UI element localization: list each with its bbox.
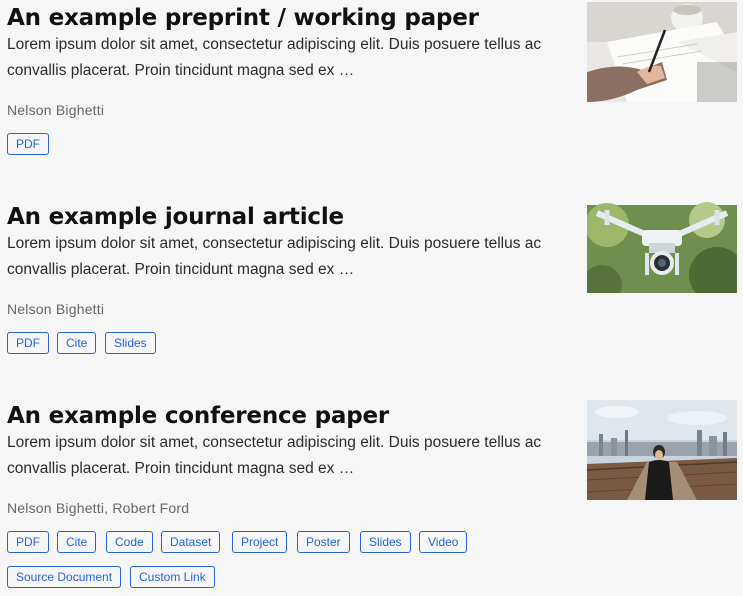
publication-summary: Lorem ipsum dolor sit amet, consectetur … (7, 36, 542, 79)
publication-thumbnail[interactable] (587, 201, 737, 293)
publication-title[interactable]: An example conference paper (7, 400, 389, 432)
publication-title[interactable]: An example preprint / working paper (7, 2, 479, 34)
poster-button[interactable]: Poster (297, 531, 350, 553)
slides-button[interactable]: Slides (105, 332, 156, 354)
publication-item: An example conference paper Lorem ipsum … (7, 400, 743, 596)
video-button[interactable]: Video (419, 531, 468, 553)
slides-button[interactable]: Slides (360, 531, 411, 553)
publication-authors[interactable]: Nelson Bighetti, Robert Ford (7, 498, 189, 518)
publication-item: An example journal article Lorem ipsum d… (7, 201, 743, 361)
cite-button[interactable]: Cite (57, 531, 97, 553)
drone-camera-icon (587, 202, 737, 293)
dataset-button[interactable]: Dataset (161, 531, 221, 553)
publication-authors[interactable]: Nelson Bighetti (7, 100, 104, 120)
publication-summary: Lorem ipsum dolor sit amet, consectetur … (7, 434, 542, 477)
custom-link-button[interactable]: Custom Link (130, 566, 215, 588)
code-button[interactable]: Code (106, 531, 153, 553)
project-button[interactable]: Project (232, 531, 288, 553)
pdf-button[interactable]: PDF (7, 133, 49, 155)
city-bridge-person-icon (587, 400, 737, 500)
pdf-button[interactable]: PDF (7, 332, 49, 354)
source-document-button[interactable]: Source Document (7, 566, 122, 588)
publication-summary: Lorem ipsum dolor sit amet, consectetur … (7, 235, 542, 278)
publication-item: An example preprint / working paper Lore… (7, 2, 743, 162)
publication-thumbnail[interactable] (587, 2, 737, 102)
publication-thumbnail[interactable] (587, 400, 737, 500)
publication-authors[interactable]: Nelson Bighetti (7, 299, 104, 319)
publication-title[interactable]: An example journal article (7, 201, 344, 233)
person-writing-notebook-icon (587, 2, 737, 102)
pdf-button[interactable]: PDF (7, 531, 49, 553)
cite-button[interactable]: Cite (57, 332, 97, 354)
